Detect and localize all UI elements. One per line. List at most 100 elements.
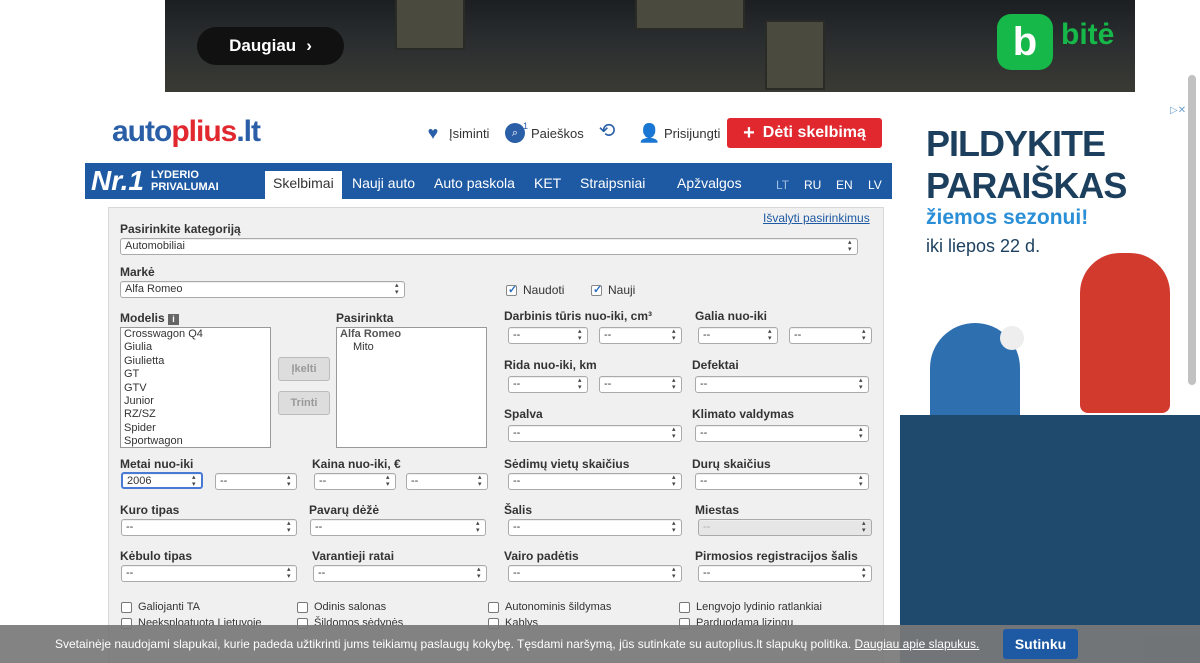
ad-background-window (765, 20, 825, 90)
engine-from-select[interactable]: -- (508, 327, 588, 344)
lang-en[interactable]: EN (836, 178, 853, 192)
defects-select[interactable]: -- (695, 376, 869, 393)
list-item[interactable]: Alfa Romeo (340, 328, 483, 341)
list-item[interactable]: Crosswagon Q4 (124, 328, 267, 341)
selected-label: Pasirinkta (336, 311, 394, 325)
alloy-wheels-checkbox[interactable]: Lengvojo lydinio ratlankiai (679, 601, 822, 613)
add-model-button[interactable]: Įkelti (278, 357, 330, 381)
reg-country-select[interactable]: -- (698, 565, 872, 582)
engine-to-select[interactable]: -- (599, 327, 682, 344)
list-item[interactable]: Junior (124, 395, 267, 408)
remove-model-button[interactable]: Trinti (278, 391, 330, 415)
year-to-select[interactable]: -- (215, 473, 297, 490)
clear-filters-link[interactable]: Išvalyti pasirinkimus (763, 211, 870, 225)
defects-label: Defektai (692, 358, 739, 372)
used-checkbox[interactable]: Naudoti (506, 283, 564, 297)
tab-apzvalgos[interactable]: Apžvalgos (669, 171, 750, 199)
drive-select[interactable]: -- (313, 565, 487, 582)
country-select[interactable]: -- (508, 519, 682, 536)
price-label: Kaina nuo-iki, € (312, 457, 401, 471)
info-icon: i (168, 314, 180, 325)
climate-label: Klimato valdymas (692, 407, 795, 421)
site-header: autoplius.lt ♥ Įsiminti ⌕ 1 Paieškos ⟲ 👤 Pri… (100, 103, 892, 163)
make-label: Markė (120, 265, 155, 279)
color-select[interactable]: -- (508, 425, 682, 442)
fuel-select[interactable]: -- (121, 519, 297, 536)
seats-select[interactable]: -- (508, 473, 682, 490)
valid-ta-checkbox[interactable]: Galiojanti TA (121, 601, 200, 613)
mileage-label: Rida nuo-iki, km (504, 358, 597, 372)
cookie-bar: Svetainėje naudojami slapukai, kurie pad… (0, 625, 1200, 663)
city-select[interactable]: -- (698, 519, 872, 536)
color-label: Spalva (504, 407, 543, 421)
new-checkbox[interactable]: Nauji (591, 283, 635, 297)
doors-select[interactable]: -- (695, 473, 869, 490)
list-item[interactable]: Giulia (124, 341, 267, 354)
power-from-select[interactable]: -- (698, 327, 778, 344)
model-label: Modelis i (120, 311, 180, 325)
make-select[interactable]: Alfa Romeo (120, 281, 405, 298)
bite-brand-text: bitė (1061, 18, 1115, 51)
leather-checkbox[interactable]: Odinis salonas (297, 601, 386, 613)
cookie-more-link[interactable]: Daugiau apie slapukus. (855, 637, 980, 651)
tab-auto-paskola[interactable]: Auto paskola (426, 171, 523, 199)
login-link[interactable]: 👤 Prisijungti (638, 123, 720, 143)
saved-searches-link[interactable]: ⌕ 1 Paieškos (505, 121, 584, 143)
ad-date: iki liepos 22 d. (926, 236, 1041, 256)
model-listbox[interactable]: Crosswagon Q4 Giulia Giulietta GT GTV Ju… (120, 327, 271, 448)
list-item[interactable]: Giulietta (124, 355, 267, 368)
nr1-subtitle: LYDERIO PRIVALUMAI (151, 169, 219, 193)
selected-listbox[interactable]: Alfa Romeo Mito (336, 327, 487, 448)
nr1-badge: Nr.1 (91, 165, 144, 196)
lang-lv[interactable]: LV (868, 178, 882, 192)
gearbox-select[interactable]: -- (310, 519, 486, 536)
tab-straipsniai[interactable]: Straipsniai (572, 171, 653, 199)
list-item[interactable]: GT (124, 368, 267, 381)
price-from-select[interactable]: -- (314, 473, 396, 490)
mileage-from-select[interactable]: -- (508, 376, 588, 393)
mileage-to-select[interactable]: -- (599, 376, 682, 393)
ad-choices-icon[interactable]: ▷✕ (1170, 105, 1186, 116)
reg-country-label: Pirmosios registracijos šalis (695, 549, 858, 563)
country-label: Šalis (504, 503, 533, 517)
steering-select[interactable]: -- (508, 565, 682, 582)
list-item[interactable]: Mito (340, 341, 483, 354)
user-icon: 👤 (638, 123, 661, 143)
site-logo[interactable]: autoplius.lt (112, 115, 261, 149)
saved-search-icon: ⌕ 1 (505, 121, 528, 143)
main-nav: Nr.1 LYDERIO PRIVALUMAI Skelbimai Nauji a… (85, 163, 892, 199)
power-to-select[interactable]: -- (789, 327, 872, 344)
tab-nauji-auto[interactable]: Nauji auto (344, 171, 423, 199)
page-scrollbar[interactable] (1188, 75, 1196, 385)
ad-athlete-image (1080, 253, 1170, 413)
site-container: autoplius.lt ♥ Įsiminti ⌕ 1 Paieškos ⟲ 👤 Pri… (85, 103, 892, 663)
list-item[interactable]: GTV (124, 382, 267, 395)
tab-skelbimai[interactable]: Skelbimai (265, 171, 342, 199)
lang-lt[interactable]: LT (776, 178, 789, 192)
lang-ru[interactable]: RU (804, 178, 821, 192)
doors-label: Durų skaičius (692, 457, 771, 471)
tab-ket[interactable]: KET (526, 171, 569, 199)
history-link[interactable]: ⟲ (597, 121, 617, 141)
ad-more-button[interactable]: Daugiau › (197, 27, 344, 65)
side-banner-ad[interactable]: PILDYKITE PARAIŠKAS žiemos sezonui! iki … (900, 103, 1200, 663)
body-select[interactable]: -- (121, 565, 297, 582)
category-label: Pasirinkite kategoriją (120, 222, 241, 236)
year-label: Metai nuo-iki (120, 457, 194, 471)
favorites-link[interactable]: ♥ Įsiminti (423, 123, 490, 143)
body-label: Kėbulo tipas (120, 549, 193, 563)
list-item[interactable]: Sportwagon (124, 435, 267, 447)
category-select[interactable]: Automobiliai (120, 238, 858, 255)
list-item[interactable]: RZ/SZ (124, 408, 267, 421)
climate-select[interactable]: -- (695, 425, 869, 442)
history-icon: ⟲ (598, 120, 616, 142)
list-item[interactable]: Spider (124, 422, 267, 435)
ad-headline-1: PILDYKITE (926, 123, 1106, 164)
autonomous-heating-checkbox[interactable]: Autonominis šildymas (488, 601, 611, 613)
price-to-select[interactable]: -- (406, 473, 488, 490)
year-from-select[interactable]: 2006 (121, 472, 203, 489)
search-form: Išvalyti pasirinkimus Pasirinkite katego… (108, 207, 884, 663)
post-ad-button[interactable]: + Dėti skelbimą (727, 118, 882, 148)
top-banner-ad[interactable]: Daugiau › b bitė (165, 0, 1135, 92)
cookie-accept-button[interactable]: Sutinku (1003, 629, 1078, 659)
